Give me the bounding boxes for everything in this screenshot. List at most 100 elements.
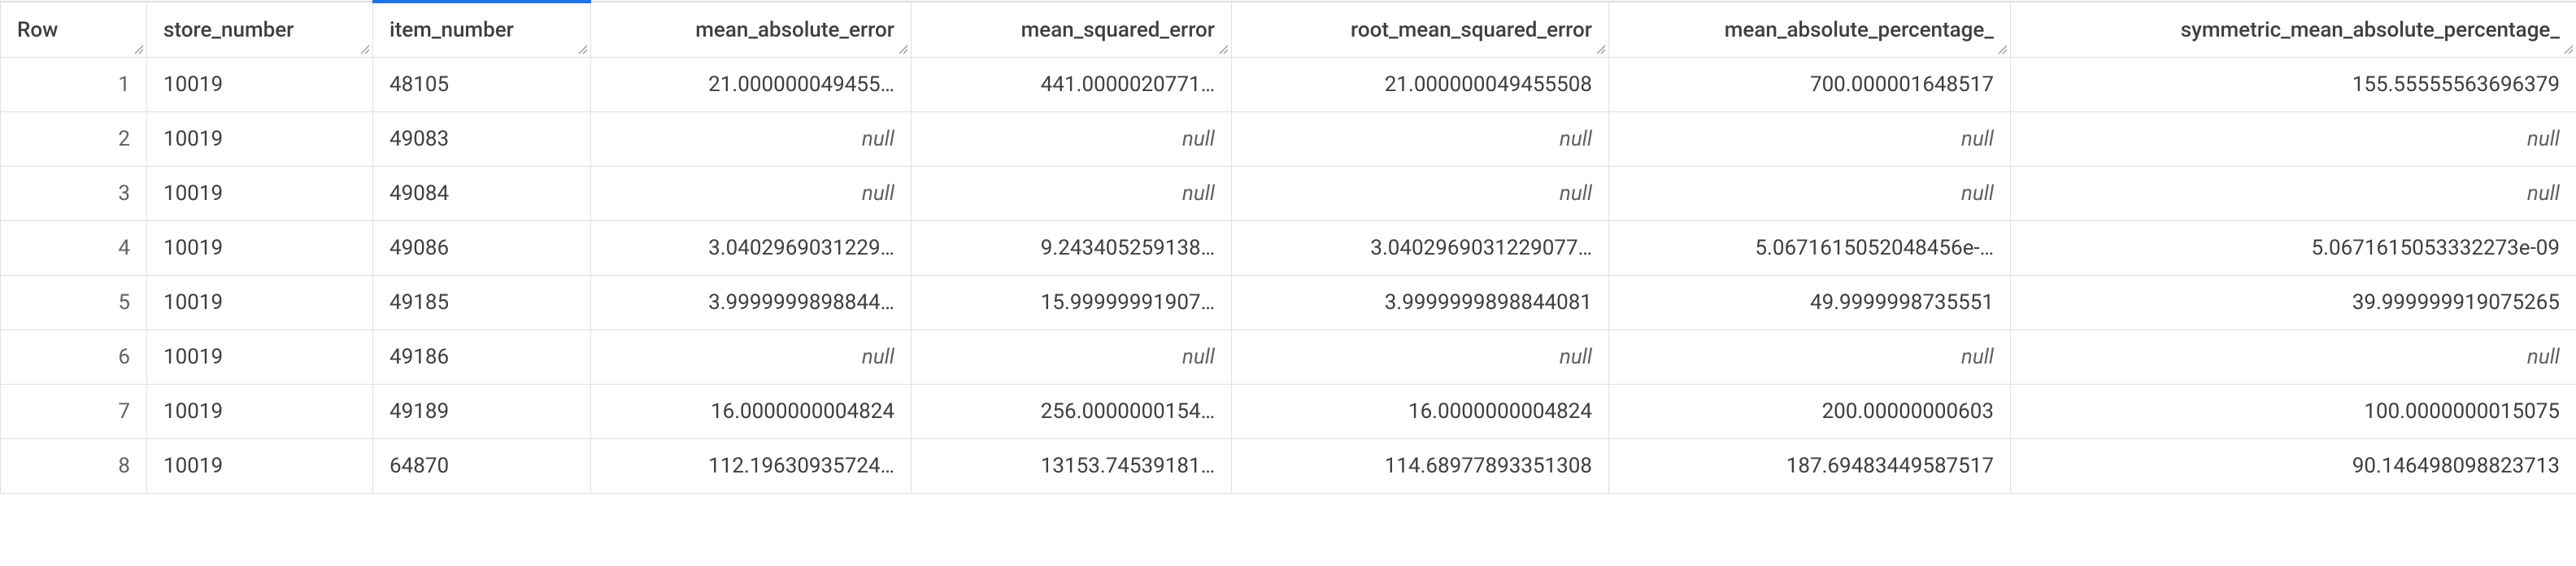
- cell-rmse: null: [1232, 167, 1609, 221]
- null-value: null: [2527, 127, 2560, 151]
- cell-store: 10019: [147, 221, 373, 276]
- resize-handle-icon[interactable]: [1997, 44, 2008, 55]
- column-header-label: mean_squared_error: [1021, 18, 1215, 42]
- cell-value: 48105: [389, 72, 449, 97]
- cell-value: 13153.74539181…: [1041, 454, 1215, 478]
- resize-handle-icon[interactable]: [359, 44, 371, 55]
- resize-handle-icon[interactable]: [577, 44, 589, 55]
- cell-store: 10019: [147, 167, 373, 221]
- column-header-label: mean_absolute_error: [695, 18, 894, 42]
- table-row[interactable]: 410019490863.0402969031229…9.24340525913…: [1, 221, 2576, 276]
- null-value: null: [1961, 181, 1994, 206]
- cell-value: 49189: [389, 399, 449, 424]
- null-value: null: [1961, 127, 1994, 151]
- null-value: null: [1182, 127, 1215, 151]
- null-value: null: [1560, 127, 1592, 151]
- cell-value: 155.55555563696379: [2352, 72, 2560, 97]
- cell-mse: null: [912, 112, 1232, 167]
- cell-row: 6: [1, 330, 147, 385]
- table-row[interactable]: 5 10019 49185 3.9999999898844…15.9999999190…: [1, 276, 2576, 330]
- cell-value: 10019: [163, 454, 223, 478]
- cell-value: 5: [118, 290, 130, 315]
- column-header-rmse[interactable]: root_mean_squared_error: [1232, 2, 1609, 58]
- column-header-mape[interactable]: mean_absolute_percentage_: [1609, 2, 2011, 58]
- column-header-row[interactable]: Row: [1, 2, 147, 58]
- cell-mse: 13153.74539181…: [912, 439, 1232, 494]
- table-row[interactable]: 8 10019 64870 112.19630935724… 13153.7453918…: [1, 439, 2576, 494]
- cell-smape: null: [2011, 112, 2576, 167]
- cell-item: 49185: [373, 276, 591, 330]
- cell-value: 10019: [163, 345, 223, 369]
- column-header-mse[interactable]: mean_squared_error: [912, 2, 1232, 58]
- cell-value: 64870: [389, 454, 449, 478]
- cell-row: 5: [1, 276, 147, 330]
- cell-value: 16.0000000004824: [1408, 399, 1592, 424]
- cell-value: 90.146498098823713: [2352, 454, 2560, 478]
- cell-mae: null: [591, 330, 912, 385]
- cell-smape: 100.0000000015075: [2011, 385, 2576, 439]
- cell-value: 49185: [389, 290, 449, 315]
- resize-handle-icon[interactable]: [898, 44, 909, 55]
- cell-smape: 5.0671615053332273e-09: [2011, 221, 2576, 276]
- cell-mse: 441.0000020771…: [912, 58, 1232, 112]
- cell-mape: 700.000001648517: [1609, 58, 2011, 112]
- column-header-mae[interactable]: mean_absolute_error: [591, 2, 912, 58]
- cell-value: 10019: [163, 399, 223, 424]
- table-row[interactable]: 1100194810521.000000049455…441.000002077…: [1, 58, 2576, 112]
- cell-store: 10019: [147, 276, 373, 330]
- cell-mse: 15.99999991907…: [912, 276, 1232, 330]
- table-row[interactable]: 31001949084nullnullnullnullnull: [1, 167, 2576, 221]
- cell-mae: 3.9999999898844…: [591, 276, 912, 330]
- null-value: null: [2527, 345, 2560, 369]
- cell-mae: null: [591, 167, 912, 221]
- resize-handle-icon[interactable]: [133, 44, 145, 55]
- cell-value: 200.00000000603: [1822, 399, 1994, 424]
- cell-value: 112.19630935724…: [708, 454, 894, 478]
- cell-value: 8: [118, 454, 130, 478]
- resize-handle-icon[interactable]: [1595, 44, 1607, 55]
- column-header-label: symmetric_mean_absolute_percentage_: [2181, 18, 2560, 42]
- cell-value: 5.0671615052048456e-…: [1755, 236, 1994, 260]
- column-header-item[interactable]: item_number: [373, 2, 591, 58]
- cell-value: 4: [118, 236, 130, 260]
- table-row[interactable]: 7100194918916.0000000004824256.000000015…: [1, 385, 2576, 439]
- cell-mape: null: [1609, 330, 2011, 385]
- cell-rmse: null: [1232, 112, 1609, 167]
- cell-row: 1: [1, 58, 147, 112]
- cell-mse: 9.243405259138…: [912, 221, 1232, 276]
- column-header-label: mean_absolute_percentage_: [1725, 18, 1994, 42]
- cell-store: 10019: [147, 112, 373, 167]
- resize-handle-icon[interactable]: [1218, 44, 1229, 55]
- null-value: null: [1182, 345, 1215, 369]
- cell-value: 2: [118, 127, 130, 151]
- cell-value: 39.999999919075265: [2352, 290, 2560, 315]
- cell-row: 3: [1, 167, 147, 221]
- column-header-smape[interactable]: symmetric_mean_absolute_percentage_: [2011, 2, 2576, 58]
- null-value: null: [1560, 345, 1592, 369]
- cell-value: 10019: [163, 181, 223, 206]
- cell-rmse: 3.9999999898844081: [1232, 276, 1609, 330]
- cell-value: 441.0000020771…: [1041, 72, 1215, 97]
- cell-value: 256.0000000154…: [1041, 399, 1215, 424]
- table-row[interactable]: 21001949083nullnullnullnullnull: [1, 112, 2576, 167]
- cell-value: 6: [118, 345, 130, 369]
- cell-smape: null: [2011, 330, 2576, 385]
- null-value: null: [862, 127, 894, 151]
- cell-value: 10019: [163, 127, 223, 151]
- results-table: Rowstore_numberitem_number mean_absolute_…: [0, 0, 2576, 494]
- cell-value: 114.68977893351308: [1385, 454, 1592, 478]
- cell-smape: null: [2011, 167, 2576, 221]
- table-row[interactable]: 6 10019 49186 null null null null null: [1, 330, 2576, 385]
- cell-rmse: 16.0000000004824: [1232, 385, 1609, 439]
- cell-mae: null: [591, 112, 912, 167]
- column-header-store[interactable]: store_number: [147, 2, 373, 58]
- cell-value: 49186: [389, 345, 449, 369]
- cell-rmse: 21.000000049455508: [1232, 58, 1609, 112]
- cell-store: 10019: [147, 330, 373, 385]
- cell-mae: 16.0000000004824: [591, 385, 912, 439]
- cell-smape: 90.146498098823713: [2011, 439, 2576, 494]
- cell-item: 48105: [373, 58, 591, 112]
- cell-mape: 5.0671615052048456e-…: [1609, 221, 2011, 276]
- cell-value: 10019: [163, 72, 223, 97]
- resize-handle-icon[interactable]: [2563, 44, 2574, 55]
